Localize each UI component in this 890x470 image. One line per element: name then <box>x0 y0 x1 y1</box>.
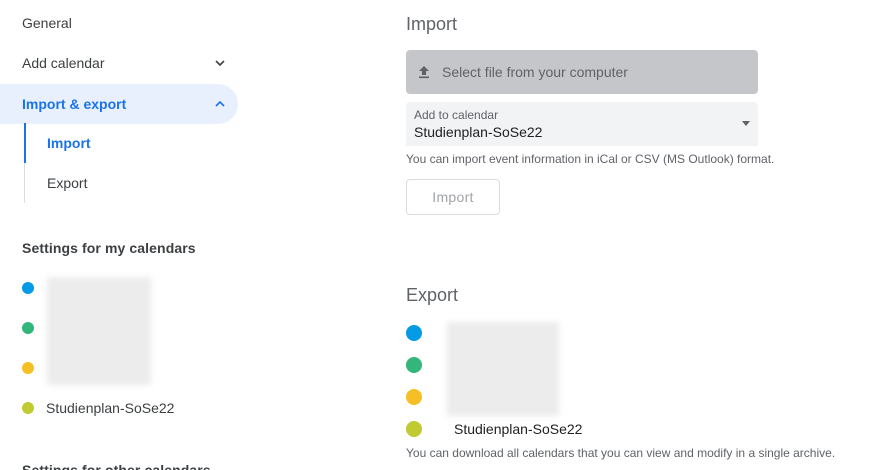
add-to-calendar-select[interactable]: Add to calendar Studienplan-SoSe22 <box>406 102 758 146</box>
my-calendar-item[interactable] <box>22 282 34 294</box>
import-title: Import <box>406 14 458 34</box>
settings-sidebar: General Add calendar Import & export Imp… <box>0 0 250 470</box>
chevron-up-icon <box>215 100 225 107</box>
import-button-label: Import <box>432 189 474 205</box>
calendar-color-dot <box>406 421 422 437</box>
dropdown-arrow-icon <box>742 121 750 126</box>
export-calendar-item[interactable]: Studienplan-SoSe22 <box>406 421 582 437</box>
calendar-color-dot <box>22 282 34 294</box>
my-calendar-item[interactable]: Studienplan-SoSe22 <box>22 400 174 416</box>
export-calendar-item[interactable] <box>406 357 422 373</box>
add-to-calendar-label: Add to calendar <box>414 108 499 122</box>
add-to-calendar-value: Studienplan-SoSe22 <box>414 124 543 140</box>
nav-general[interactable]: General <box>0 3 238 43</box>
calendar-name: Studienplan-SoSe22 <box>46 400 175 416</box>
redacted-export-calendar-names <box>447 322 559 416</box>
select-file-label: Select file from your computer <box>442 64 628 80</box>
my-calendars-title: Settings for my calendars <box>22 240 196 256</box>
chevron-down-icon <box>215 60 225 67</box>
sub-nav-import-label: Import <box>47 135 91 151</box>
calendar-name: Studienplan-SoSe22 <box>454 421 583 437</box>
other-calendars-title: Settings for other calendars <box>22 462 211 470</box>
calendar-color-dot <box>22 362 34 374</box>
redacted-calendar-names <box>47 277 151 385</box>
export-calendar-item[interactable] <box>406 325 422 341</box>
upload-icon <box>419 66 429 79</box>
import-hint: You can import event information in iCal… <box>406 152 775 166</box>
calendar-color-dot <box>22 402 34 414</box>
nav-general-label: General <box>22 15 72 31</box>
nav-add-calendar[interactable]: Add calendar <box>0 43 238 83</box>
export-title: Export <box>406 285 459 305</box>
select-file-button[interactable]: Select file from your computer <box>406 50 758 94</box>
export-calendar-item[interactable] <box>406 389 422 405</box>
export-hint: You can download all calendars that you … <box>406 446 836 460</box>
sub-nav-export-label: Export <box>47 175 88 191</box>
sub-nav-import[interactable]: Import <box>24 123 224 163</box>
nav-import-export[interactable]: Import & export <box>0 84 238 124</box>
nav-import-export-label: Import & export <box>22 96 127 112</box>
my-calendar-item[interactable] <box>22 322 34 334</box>
calendar-color-dot <box>406 389 422 405</box>
my-calendar-item[interactable] <box>22 362 34 374</box>
calendar-color-dot <box>406 357 422 373</box>
calendar-color-dot <box>406 325 422 341</box>
nav-add-calendar-label: Add calendar <box>22 55 105 71</box>
import-button[interactable]: Import <box>406 179 500 215</box>
sub-nav-export[interactable]: Export <box>24 163 224 203</box>
calendar-color-dot <box>22 322 34 334</box>
